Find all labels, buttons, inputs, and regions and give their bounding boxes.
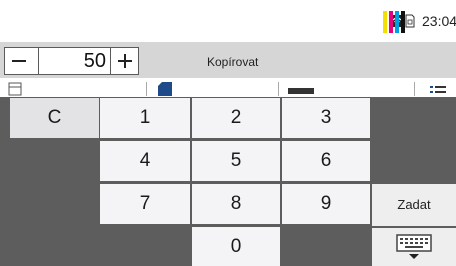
paper-icon bbox=[8, 82, 22, 96]
key-3[interactable]: 3 bbox=[282, 98, 370, 138]
tab-divider bbox=[278, 82, 279, 96]
key-0[interactable]: 0 bbox=[192, 227, 280, 266]
clear-button[interactable]: C bbox=[10, 98, 99, 138]
color-mode-icon bbox=[288, 88, 314, 94]
key-7[interactable]: 7 bbox=[100, 184, 190, 224]
key-2[interactable]: 2 bbox=[192, 98, 280, 138]
keyboard-icon bbox=[396, 234, 432, 259]
key-5[interactable]: 5 bbox=[192, 141, 280, 181]
toner-cyan-indicator bbox=[395, 11, 399, 33]
function-icons-strip bbox=[0, 78, 456, 98]
tab-divider bbox=[146, 82, 147, 96]
stepper-divider bbox=[110, 48, 111, 74]
copies-input[interactable]: 50 bbox=[40, 47, 106, 75]
copy-quantity-screen: 23:04 50 Kopírovat C 1 2 3 4 5 6 7 8 9 Z… bbox=[0, 0, 456, 266]
enter-button[interactable]: Zadat bbox=[372, 184, 456, 226]
toner-yellow-indicator bbox=[383, 11, 387, 33]
keyboard-toggle-button[interactable] bbox=[372, 228, 456, 266]
key-8[interactable]: 8 bbox=[192, 184, 280, 224]
sd-card-icon bbox=[405, 14, 415, 28]
key-9[interactable]: 9 bbox=[282, 184, 370, 224]
minus-icon[interactable] bbox=[6, 49, 32, 73]
toner-black-indicator bbox=[401, 11, 405, 33]
duplex-icon bbox=[158, 82, 172, 96]
key-1[interactable]: 1 bbox=[100, 98, 190, 138]
page-title: Kopírovat bbox=[207, 55, 259, 69]
key-6[interactable]: 6 bbox=[282, 141, 370, 181]
stepper-divider bbox=[38, 48, 39, 74]
key-4[interactable]: 4 bbox=[100, 141, 190, 181]
toner-magenta-indicator bbox=[389, 11, 393, 33]
plus-icon[interactable] bbox=[113, 49, 137, 73]
status-bar: 23:04 bbox=[0, 0, 456, 42]
menu-icon bbox=[430, 86, 446, 93]
clock: 23:04 bbox=[422, 13, 456, 29]
tab-divider bbox=[414, 82, 415, 96]
